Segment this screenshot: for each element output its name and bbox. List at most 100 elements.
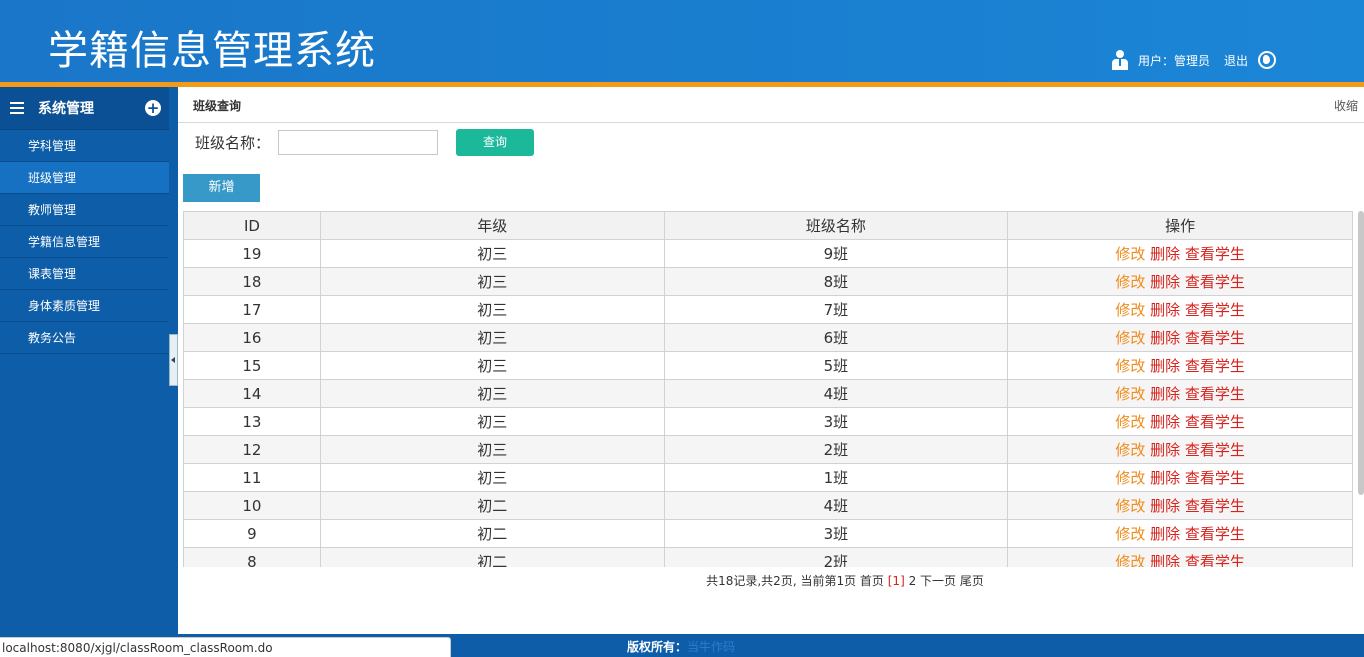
edit-link[interactable]: 修改 [1115, 245, 1145, 263]
cell-class-name: 7班 [663, 295, 1009, 324]
class-table: ID 年级 班级名称 操作 19 初三 9班 修改 删除 查看学生 18 初三 8班 修改 删… [183, 211, 1353, 567]
cell-grade: 初二 [319, 491, 665, 520]
view-students-link[interactable]: 查看学生 [1185, 441, 1245, 459]
cell-id: 8 [183, 547, 321, 567]
cell-id: 19 [183, 239, 321, 268]
edit-link[interactable]: 修改 [1115, 357, 1145, 375]
cell-id: 12 [183, 435, 321, 464]
cell-actions: 修改 删除 查看学生 [1007, 295, 1353, 324]
table-row: 8 初二 2班 修改 删除 查看学生 [183, 547, 1353, 567]
table-body: 19 初三 9班 修改 删除 查看学生 18 初三 8班 修改 删除 查看学生 17 初三 7班 修改… [183, 239, 1353, 567]
view-students-link[interactable]: 查看学生 [1185, 469, 1245, 487]
cell-grade: 初二 [319, 519, 665, 548]
view-students-link[interactable]: 查看学生 [1185, 497, 1245, 515]
sidebar-heading[interactable]: 系统管理 + [0, 87, 169, 130]
cell-class-name: 3班 [663, 519, 1009, 548]
cell-actions: 修改 删除 查看学生 [1007, 379, 1353, 408]
delete-link[interactable]: 删除 [1150, 273, 1180, 291]
cell-class-name: 2班 [663, 435, 1009, 464]
cell-actions: 修改 删除 查看学生 [1007, 463, 1353, 492]
cell-class-name: 5班 [663, 351, 1009, 380]
cell-grade: 初三 [319, 463, 665, 492]
collapse-link[interactable]: 收缩 [1334, 97, 1358, 114]
delete-link[interactable]: 删除 [1150, 301, 1180, 319]
table-row: 16 初三 6班 修改 删除 查看学生 [183, 323, 1353, 352]
edit-link[interactable]: 修改 [1115, 441, 1145, 459]
delete-link[interactable]: 删除 [1150, 553, 1180, 567]
edit-link[interactable]: 修改 [1115, 553, 1145, 567]
cell-class-name: 2班 [663, 547, 1009, 567]
table-scrollbar[interactable] [1358, 211, 1364, 495]
pager-current: [1] [887, 574, 905, 588]
view-students-link[interactable]: 查看学生 [1185, 413, 1245, 431]
edit-link[interactable]: 修改 [1115, 413, 1145, 431]
edit-link[interactable]: 修改 [1115, 329, 1145, 347]
add-button[interactable]: 新增 [183, 174, 260, 202]
delete-link[interactable]: 删除 [1150, 525, 1180, 543]
pager-first[interactable]: 首页 [860, 574, 884, 588]
query-button[interactable]: 查询 [456, 129, 535, 156]
cell-grade: 初三 [319, 323, 665, 352]
edit-link[interactable]: 修改 [1115, 301, 1145, 319]
cell-actions: 修改 删除 查看学生 [1007, 351, 1353, 380]
table-row: 18 初三 8班 修改 删除 查看学生 [183, 267, 1353, 296]
cell-class-name: 8班 [663, 267, 1009, 296]
delete-link[interactable]: 删除 [1150, 357, 1180, 375]
table-row: 9 初二 3班 修改 删除 查看学生 [183, 519, 1353, 548]
cell-actions: 修改 删除 查看学生 [1007, 491, 1353, 520]
cell-grade: 初三 [319, 379, 665, 408]
sidebar-item-timetable[interactable]: 课表管理 [0, 258, 169, 290]
delete-link[interactable]: 删除 [1150, 441, 1180, 459]
cell-id: 15 [183, 351, 321, 380]
sidebar-item-class[interactable]: 班级管理 [0, 162, 169, 194]
pager-next[interactable]: 下一页 [920, 574, 956, 588]
delete-link[interactable]: 删除 [1150, 497, 1180, 515]
delete-link[interactable]: 删除 [1150, 413, 1180, 431]
cell-class-name: 6班 [663, 323, 1009, 352]
pager-page-2[interactable]: 2 [909, 574, 917, 588]
view-students-link[interactable]: 查看学生 [1185, 245, 1245, 263]
pager-last[interactable]: 尾页 [960, 574, 984, 588]
table-row: 19 初三 9班 修改 删除 查看学生 [183, 239, 1353, 268]
cell-actions: 修改 删除 查看学生 [1007, 407, 1353, 436]
edit-link[interactable]: 修改 [1115, 497, 1145, 515]
view-students-link[interactable]: 查看学生 [1185, 329, 1245, 347]
sidebar-item-notices[interactable]: 教务公告 [0, 322, 169, 354]
table-header-row: ID 年级 班级名称 操作 [183, 211, 1353, 240]
view-students-link[interactable]: 查看学生 [1185, 525, 1245, 543]
edit-link[interactable]: 修改 [1115, 469, 1145, 487]
edit-link[interactable]: 修改 [1115, 525, 1145, 543]
edit-link[interactable]: 修改 [1115, 385, 1145, 403]
cell-grade: 初三 [319, 239, 665, 268]
globe-icon[interactable] [1258, 51, 1276, 69]
table-row: 10 初二 4班 修改 删除 查看学生 [183, 491, 1353, 520]
delete-link[interactable]: 删除 [1150, 245, 1180, 263]
sidebar-item-student-records[interactable]: 学籍信息管理 [0, 226, 169, 258]
sidebar-item-fitness[interactable]: 身体素质管理 [0, 290, 169, 322]
delete-link[interactable]: 删除 [1150, 329, 1180, 347]
column-header-grade: 年级 [319, 211, 665, 240]
class-name-input[interactable] [278, 130, 439, 155]
sidebar-item-subject[interactable]: 学科管理 [0, 130, 169, 162]
plus-circle-icon[interactable]: + [145, 100, 161, 116]
collapse-arrow-icon[interactable] [169, 334, 178, 386]
search-label: 班级名称： [195, 134, 271, 152]
cell-class-name: 9班 [663, 239, 1009, 268]
sidebar-item-teacher[interactable]: 教师管理 [0, 194, 169, 226]
cell-actions: 修改 删除 查看学生 [1007, 519, 1353, 548]
delete-link[interactable]: 删除 [1150, 469, 1180, 487]
view-students-link[interactable]: 查看学生 [1185, 357, 1245, 375]
pagination: 共18记录,共2页, 当前第1页 首页 [1] 2 下一页 尾页 [178, 572, 1364, 589]
cell-grade: 初三 [319, 351, 665, 380]
cell-id: 18 [183, 267, 321, 296]
view-students-link[interactable]: 查看学生 [1185, 301, 1245, 319]
view-students-link[interactable]: 查看学生 [1185, 273, 1245, 291]
view-students-link[interactable]: 查看学生 [1185, 553, 1245, 567]
cell-actions: 修改 删除 查看学生 [1007, 323, 1353, 352]
app-header: 学籍信息管理系统 用户：管理员 退出 [0, 0, 1364, 82]
edit-link[interactable]: 修改 [1115, 273, 1145, 291]
delete-link[interactable]: 删除 [1150, 385, 1180, 403]
logout-link[interactable]: 退出 [1224, 52, 1248, 69]
view-students-link[interactable]: 查看学生 [1185, 385, 1245, 403]
browser-status-bar: localhost:8080/xjgl/classRoom_classRoom.… [0, 637, 451, 657]
